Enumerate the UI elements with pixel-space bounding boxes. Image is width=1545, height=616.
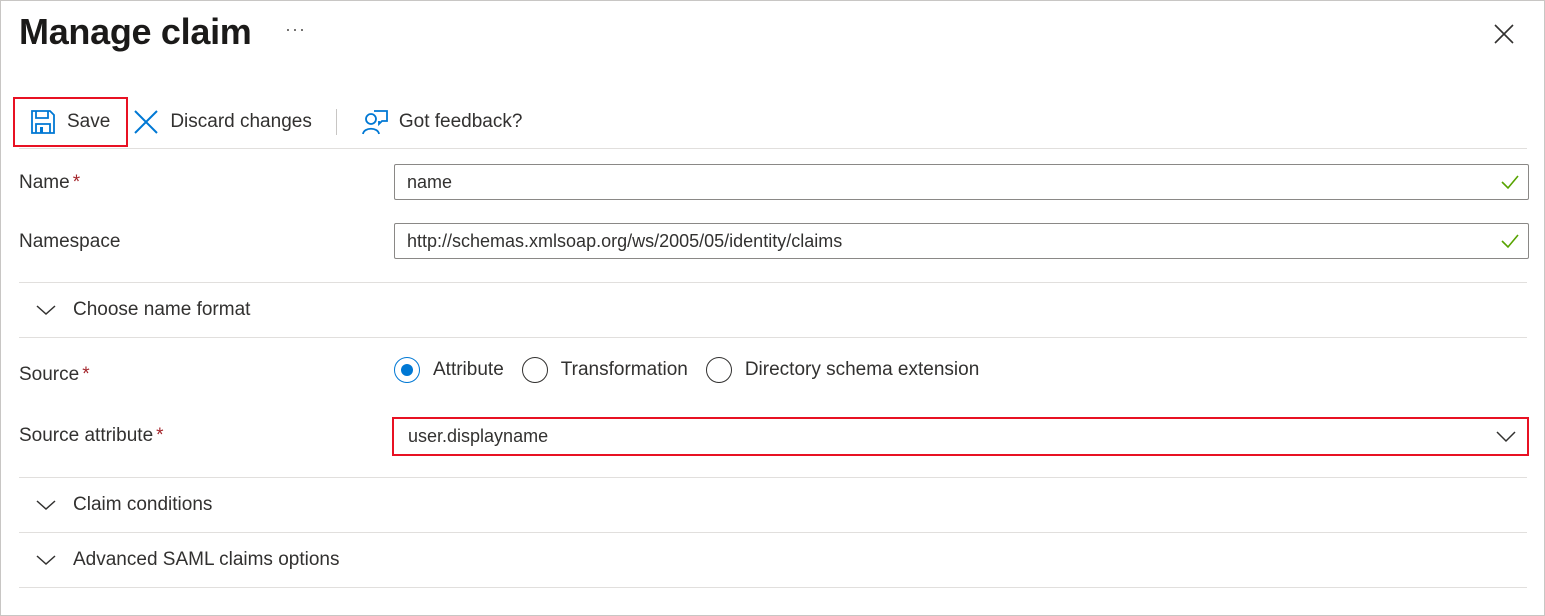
required-marker: * [82, 364, 90, 385]
toolbar-separator [335, 109, 337, 135]
required-marker: * [156, 425, 164, 446]
radio-unselected-icon [521, 357, 548, 383]
source-attribute-label: Source attribute * [19, 425, 164, 446]
save-icon [29, 108, 57, 136]
discard-x-icon [132, 108, 160, 136]
name-value: name [407, 171, 453, 192]
close-button[interactable] [1493, 23, 1515, 45]
name-input[interactable]: name [394, 164, 1529, 200]
discard-label: Discard changes [170, 111, 312, 132]
divider [19, 587, 1527, 588]
feedback-person-icon [361, 108, 389, 136]
source-radio-group: Attribute Transformation Directory schem… [394, 356, 997, 384]
divider [19, 148, 1527, 149]
radio-directory-schema-extension[interactable]: Directory schema extension [705, 357, 979, 383]
page-title: Manage claim [19, 11, 252, 52]
chevron-down-icon [36, 500, 56, 511]
chevron-down-icon [36, 555, 56, 566]
save-label: Save [67, 111, 111, 132]
close-icon [1494, 24, 1514, 44]
feedback-button[interactable]: Got feedback? [347, 97, 539, 147]
advanced-saml-options-section[interactable]: Advanced SAML claims options [19, 533, 339, 587]
divider [19, 337, 1527, 338]
source-label: Source * [19, 364, 90, 385]
radio-unselected-icon [705, 357, 732, 383]
discard-changes-button[interactable]: Discard changes [128, 97, 328, 147]
radio-transformation[interactable]: Transformation [521, 357, 688, 383]
manage-claim-panel: Manage claim ··· Save Discard changes Go… [0, 0, 1545, 616]
name-label: Name * [19, 172, 81, 193]
source-attribute-dropdown[interactable]: user.displayname [392, 417, 1529, 456]
section-label: Claim conditions [73, 494, 213, 515]
command-bar: Save Discard changes Got feedback? [13, 97, 538, 147]
source-attribute-value: user.displayname [408, 426, 549, 446]
required-marker: * [72, 172, 81, 193]
chevron-down-icon [1496, 431, 1516, 443]
choose-name-format-section[interactable]: Choose name format [19, 283, 250, 337]
namespace-input[interactable]: http://schemas.xmlsoap.org/ws/2005/05/id… [394, 223, 1529, 259]
valid-check-icon [1501, 234, 1519, 249]
save-button[interactable]: Save [13, 97, 129, 147]
valid-check-icon [1501, 175, 1519, 190]
claim-conditions-section[interactable]: Claim conditions [19, 478, 212, 532]
chevron-down-icon [36, 305, 56, 316]
namespace-value: http://schemas.xmlsoap.org/ws/2005/05/id… [407, 230, 843, 251]
radio-attribute[interactable]: Attribute [394, 357, 504, 383]
section-label: Choose name format [73, 299, 251, 320]
more-options-button[interactable]: ··· [285, 19, 306, 40]
namespace-label: Namespace [19, 231, 121, 252]
radio-selected-icon [394, 357, 420, 383]
section-label: Advanced SAML claims options [73, 549, 340, 570]
feedback-label: Got feedback? [398, 111, 523, 132]
divider [19, 477, 1527, 478]
